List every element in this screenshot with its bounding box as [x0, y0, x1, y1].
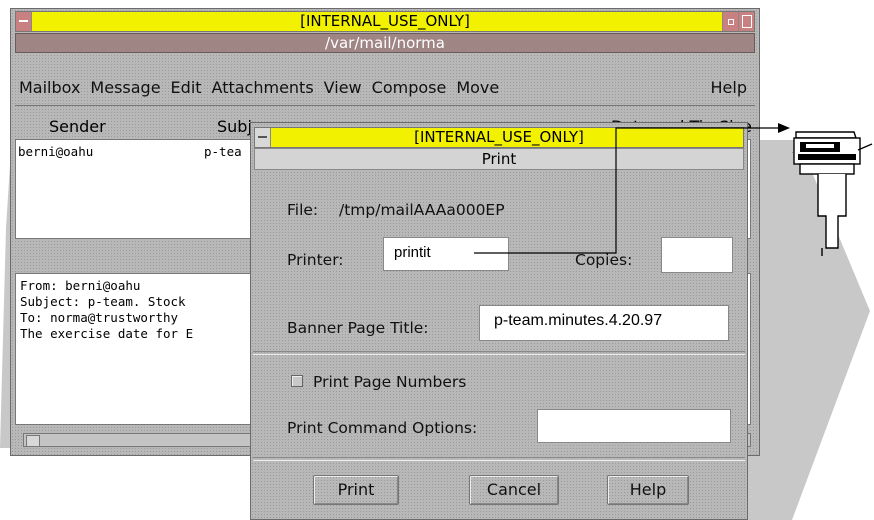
printer-icon [792, 131, 873, 256]
printer-connector [474, 123, 790, 254]
